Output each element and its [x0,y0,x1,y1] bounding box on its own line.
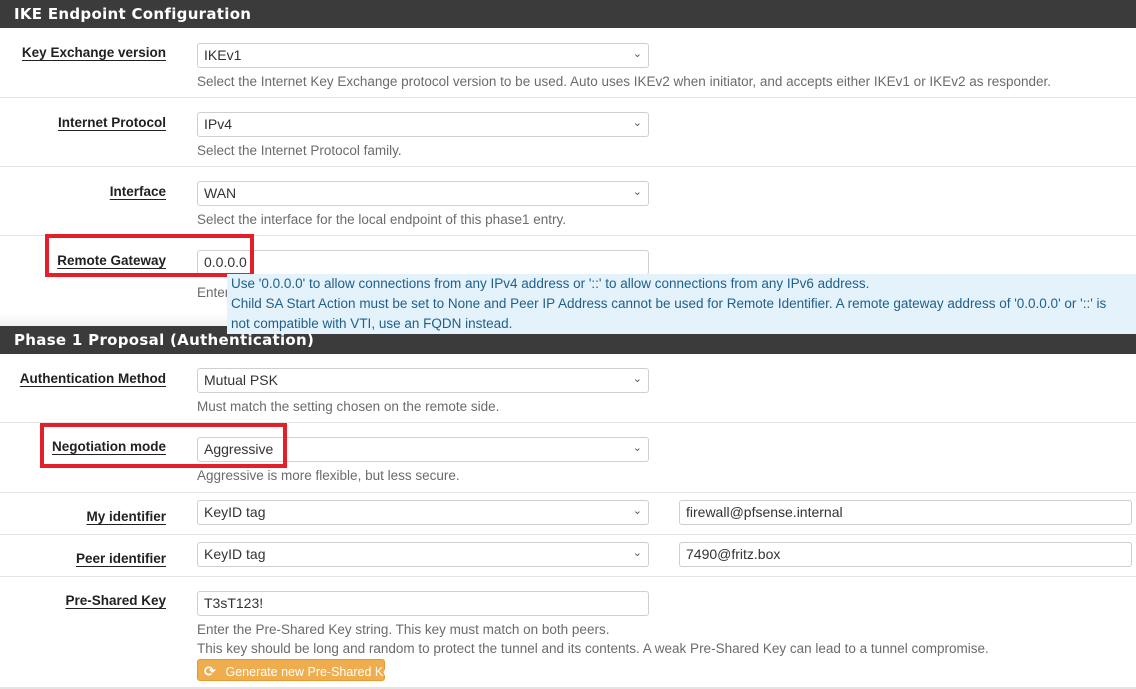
authentication-method-help: Must match the setting chosen on the rem… [197,399,500,414]
highlight-box-remote-gateway [45,234,254,277]
my-identifier-value: firewall@pfsense.internal [686,504,843,520]
pre-shared-key-help: Enter the Pre-Shared Key string. This ke… [197,622,610,637]
row-key-exchange-version: Key Exchange version IKEv1 ⌄ Select the … [0,28,1136,98]
my-identifier-label: My identifier [86,509,166,524]
row-interface: Interface WAN ⌄ Select the interface for… [0,167,1136,236]
chevron-down-icon: ⌄ [632,48,642,60]
authentication-method-label: Authentication Method [19,371,166,386]
highlight-box-negotiation-mode [40,423,287,468]
key-exchange-version-label: Key Exchange version [21,45,166,60]
chevron-down-icon: ⌄ [632,186,642,198]
generate-psk-button[interactable]: ⟳ Generate new Pre-Shared Key [197,659,396,681]
chevron-down-icon: ⌄ [632,442,642,454]
row-authentication-method: Authentication Method Mutual PSK ⌄ Must … [0,354,1136,423]
refresh-icon: ⟳ [204,663,216,679]
peer-identifier-type-value: KeyID tag [204,546,266,562]
interface-value: WAN [204,185,237,201]
authentication-method-value: Mutual PSK [204,372,278,388]
interface-label: Interface [109,184,166,199]
remote-gateway-tooltip: Use '0.0.0.0' to allow connections from … [227,274,1136,334]
key-exchange-version-select[interactable]: IKEv1 ⌄ [197,43,649,68]
interface-select[interactable]: WAN ⌄ [197,181,649,206]
internet-protocol-value: IPv4 [204,116,233,132]
pre-shared-key-input[interactable]: T3sT123! [197,591,649,616]
internet-protocol-help: Select the Internet Protocol family. [197,143,402,158]
peer-identifier-label: Peer identifier [75,551,166,566]
tooltip-line: not compatible with VTI, use an FQDN ins… [231,316,513,331]
my-identifier-input[interactable]: firewall@pfsense.internal [679,500,1132,525]
peer-identifier-input[interactable]: 7490@fritz.box [679,542,1132,567]
my-identifier-type-value: KeyID tag [204,504,266,520]
pre-shared-key-label: Pre-Shared Key [65,593,166,608]
remote-gateway-help: Enter [197,285,230,300]
key-exchange-version-help: Select the Internet Key Exchange protoco… [197,74,1052,89]
generate-psk-label: Generate new Pre-Shared Key [225,665,397,679]
tooltip-line: Child SA Start Action must be set to Non… [231,296,1107,311]
internet-protocol-select[interactable]: IPv4 ⌄ [197,112,649,137]
my-identifier-type-select[interactable]: KeyID tag ⌄ [197,500,649,525]
row-my-identifier: My identifier KeyID tag ⌄ firewall@pfsen… [0,493,1136,535]
row-peer-identifier: Peer identifier KeyID tag ⌄ 7490@fritz.b… [0,535,1136,577]
row-internet-protocol: Internet Protocol IPv4 ⌄ Select the Inte… [0,98,1136,167]
peer-identifier-value: 7490@fritz.box [686,546,781,562]
chevron-down-icon: ⌄ [632,117,642,129]
internet-protocol-label: Internet Protocol [57,115,166,130]
peer-identifier-type-select[interactable]: KeyID tag ⌄ [197,542,649,567]
section-header-ike-endpoint: IKE Endpoint Configuration [0,0,1136,28]
chevron-down-icon: ⌄ [632,547,642,559]
chevron-down-icon: ⌄ [632,505,642,517]
tooltip-line: Use '0.0.0.0' to allow connections from … [231,276,870,291]
key-exchange-version-value: IKEv1 [204,47,242,63]
row-shadow [0,312,227,326]
chevron-down-icon: ⌄ [632,373,642,385]
remote-gateway-input[interactable]: 0.0.0.0 [197,250,649,275]
negotiation-mode-help: Aggressive is more flexible, but less se… [197,468,460,483]
pre-shared-key-warning: This key should be long and random to pr… [197,641,989,656]
row-pre-shared-key: Pre-Shared Key T3sT123! Enter the Pre-Sh… [0,577,1136,689]
interface-help: Select the interface for the local endpo… [197,212,566,227]
pre-shared-key-value: T3sT123! [204,595,264,611]
authentication-method-select[interactable]: Mutual PSK ⌄ [197,368,649,393]
